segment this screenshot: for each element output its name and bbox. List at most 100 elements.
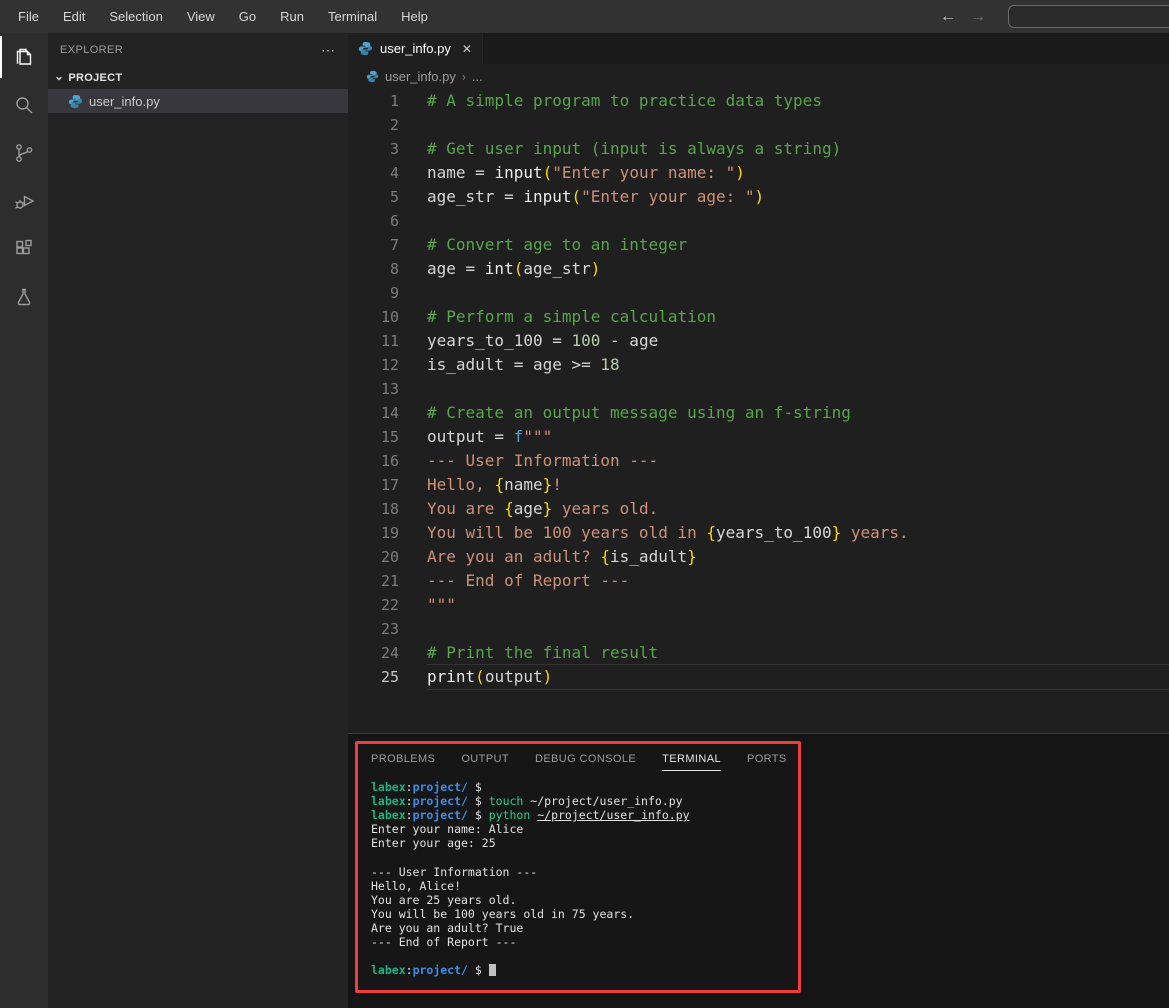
command-center-search-input[interactable] (1008, 5, 1169, 28)
terminal-token: $ (468, 808, 489, 822)
terminal[interactable]: labex:project/ $ labex:project/ $ touch … (358, 771, 798, 977)
terminal-line: --- End of Report --- (371, 935, 798, 949)
panel-tab-ports[interactable]: PORTS (747, 753, 787, 771)
code-line[interactable]: 14# Create an output message using an f-… (348, 401, 1169, 425)
menu-item-edit[interactable]: Edit (51, 9, 97, 24)
code-token: --- User Information --- (427, 451, 658, 470)
code-line[interactable]: 21--- End of Report --- (348, 569, 1169, 593)
code-line[interactable]: 4name = input("Enter your name: ") (348, 161, 1169, 185)
code-line-content (427, 377, 1169, 401)
menu-item-run[interactable]: Run (268, 9, 316, 24)
code-token: f (514, 427, 524, 446)
code-token: 100 (572, 331, 601, 350)
menu-item-terminal[interactable]: Terminal (316, 9, 389, 24)
panel-tab-output[interactable]: OUTPUT (461, 753, 509, 771)
code-line[interactable]: 20Are you an adult? {is_adult} (348, 545, 1169, 569)
tab-user-info[interactable]: user_info.py ✕ (348, 33, 483, 64)
menu-items: FileEditSelectionViewGoRunTerminalHelp (6, 9, 440, 24)
code-line[interactable]: 13 (348, 377, 1169, 401)
menu-item-go[interactable]: Go (227, 9, 268, 24)
code-line[interactable]: 5age_str = input("Enter your age: ") (348, 185, 1169, 209)
terminal-file-link[interactable]: ~/project/user_info.py (537, 808, 689, 822)
more-actions-icon[interactable]: ⋯ (321, 42, 336, 59)
code-line-content: output = f""" (427, 425, 1169, 449)
code-line[interactable]: 25print(output) (348, 665, 1169, 689)
file-item-user-info[interactable]: user_info.py (48, 89, 348, 113)
explorer-icon[interactable] (0, 33, 48, 81)
terminal-token: project/ (413, 780, 468, 794)
code-token: { (504, 499, 514, 518)
testing-icon[interactable] (0, 273, 48, 321)
line-number: 12 (348, 353, 399, 377)
code-token: ( (475, 667, 485, 686)
code-line[interactable]: 2 (348, 113, 1169, 137)
close-icon[interactable]: ✕ (462, 42, 472, 56)
code-line[interactable]: 1# A simple program to practice data typ… (348, 89, 1169, 113)
terminal-line: Enter your name: Alice (371, 822, 798, 836)
code-token: ! (552, 475, 562, 494)
panel-tab-bar: PROBLEMS OUTPUT DEBUG CONSOLE TERMINAL PORTS (358, 744, 798, 771)
code-token: """ (523, 427, 552, 446)
terminal-token: : (406, 963, 413, 977)
menu-item-file[interactable]: File (6, 9, 51, 24)
code-line[interactable]: 12is_adult = age >= 18 (348, 353, 1169, 377)
code-line-content: # Perform a simple calculation (427, 305, 1169, 329)
code-token: ( (514, 259, 524, 278)
code-token: { (494, 475, 504, 494)
source-control-icon[interactable] (0, 129, 48, 177)
menu-item-selection[interactable]: Selection (97, 9, 174, 24)
code-line[interactable]: 8age = int(age_str) (348, 257, 1169, 281)
code-line[interactable]: 11years_to_100 = 100 - age (348, 329, 1169, 353)
line-number: 11 (348, 329, 399, 353)
run-and-debug-icon[interactable] (0, 177, 48, 225)
breadcrumb-more[interactable]: ... (472, 69, 483, 84)
code-line[interactable]: 19You will be 100 years old in {years_to… (348, 521, 1169, 545)
code-token: years_to_100 = (427, 331, 572, 350)
line-number: 24 (348, 641, 399, 665)
forward-icon[interactable]: → (970, 8, 986, 26)
code-line[interactable]: 17Hello, {name}! (348, 473, 1169, 497)
code-line[interactable]: 18You are {age} years old. (348, 497, 1169, 521)
code-line[interactable]: 23 (348, 617, 1169, 641)
code-line-content: print(output) (427, 665, 1169, 689)
line-number: 18 (348, 497, 399, 521)
panel-tab-terminal[interactable]: TERMINAL (662, 753, 721, 771)
code-line[interactable]: 10# Perform a simple calculation (348, 305, 1169, 329)
back-icon[interactable]: ← (940, 8, 956, 26)
line-number: 13 (348, 377, 399, 401)
menu-item-help[interactable]: Help (389, 9, 440, 24)
extensions-icon[interactable] (0, 225, 48, 273)
code-line[interactable]: 3# Get user input (input is always a str… (348, 137, 1169, 161)
code-line[interactable]: 7# Convert age to an integer (348, 233, 1169, 257)
panel-tab-problems[interactable]: PROBLEMS (371, 753, 435, 771)
breadcrumb-file[interactable]: user_info.py (385, 69, 456, 84)
terminal-line: --- User Information --- (371, 865, 798, 879)
menu-item-view[interactable]: View (175, 9, 227, 24)
code-line-content: # Get user input (input is always a stri… (427, 137, 1169, 161)
code-line[interactable]: 9 (348, 281, 1169, 305)
python-file-icon (68, 94, 83, 109)
code-line-content: # A simple program to practice data type… (427, 89, 1169, 113)
panel-tab-debug-console[interactable]: DEBUG CONSOLE (535, 753, 636, 771)
code-line[interactable]: 6 (348, 209, 1169, 233)
terminal-token: : (406, 808, 413, 822)
code-line[interactable]: 22""" (348, 593, 1169, 617)
history-nav: ← → (940, 0, 986, 33)
code-line[interactable]: 24# Print the final result (348, 641, 1169, 665)
terminal-token: Enter your name: Alice (371, 822, 523, 836)
code-editor[interactable]: 1# A simple program to practice data typ… (348, 89, 1169, 733)
code-token: ) (735, 163, 745, 182)
code-token: name (504, 475, 543, 494)
line-number: 23 (348, 617, 399, 641)
code-line[interactable]: 15output = f""" (348, 425, 1169, 449)
search-icon[interactable] (0, 81, 48, 129)
code-token: # Convert age to an integer (427, 235, 687, 254)
project-folder-row[interactable]: ⌄ PROJECT (48, 67, 348, 89)
tab-label: user_info.py (380, 41, 451, 56)
code-line[interactable]: 16--- User Information --- (348, 449, 1169, 473)
terminal-line: You are 25 years old. (371, 893, 798, 907)
terminal-token: $ (468, 963, 489, 977)
terminal-token: --- End of Report --- (371, 935, 516, 949)
terminal-line (371, 949, 798, 963)
code-token: output (485, 667, 543, 686)
